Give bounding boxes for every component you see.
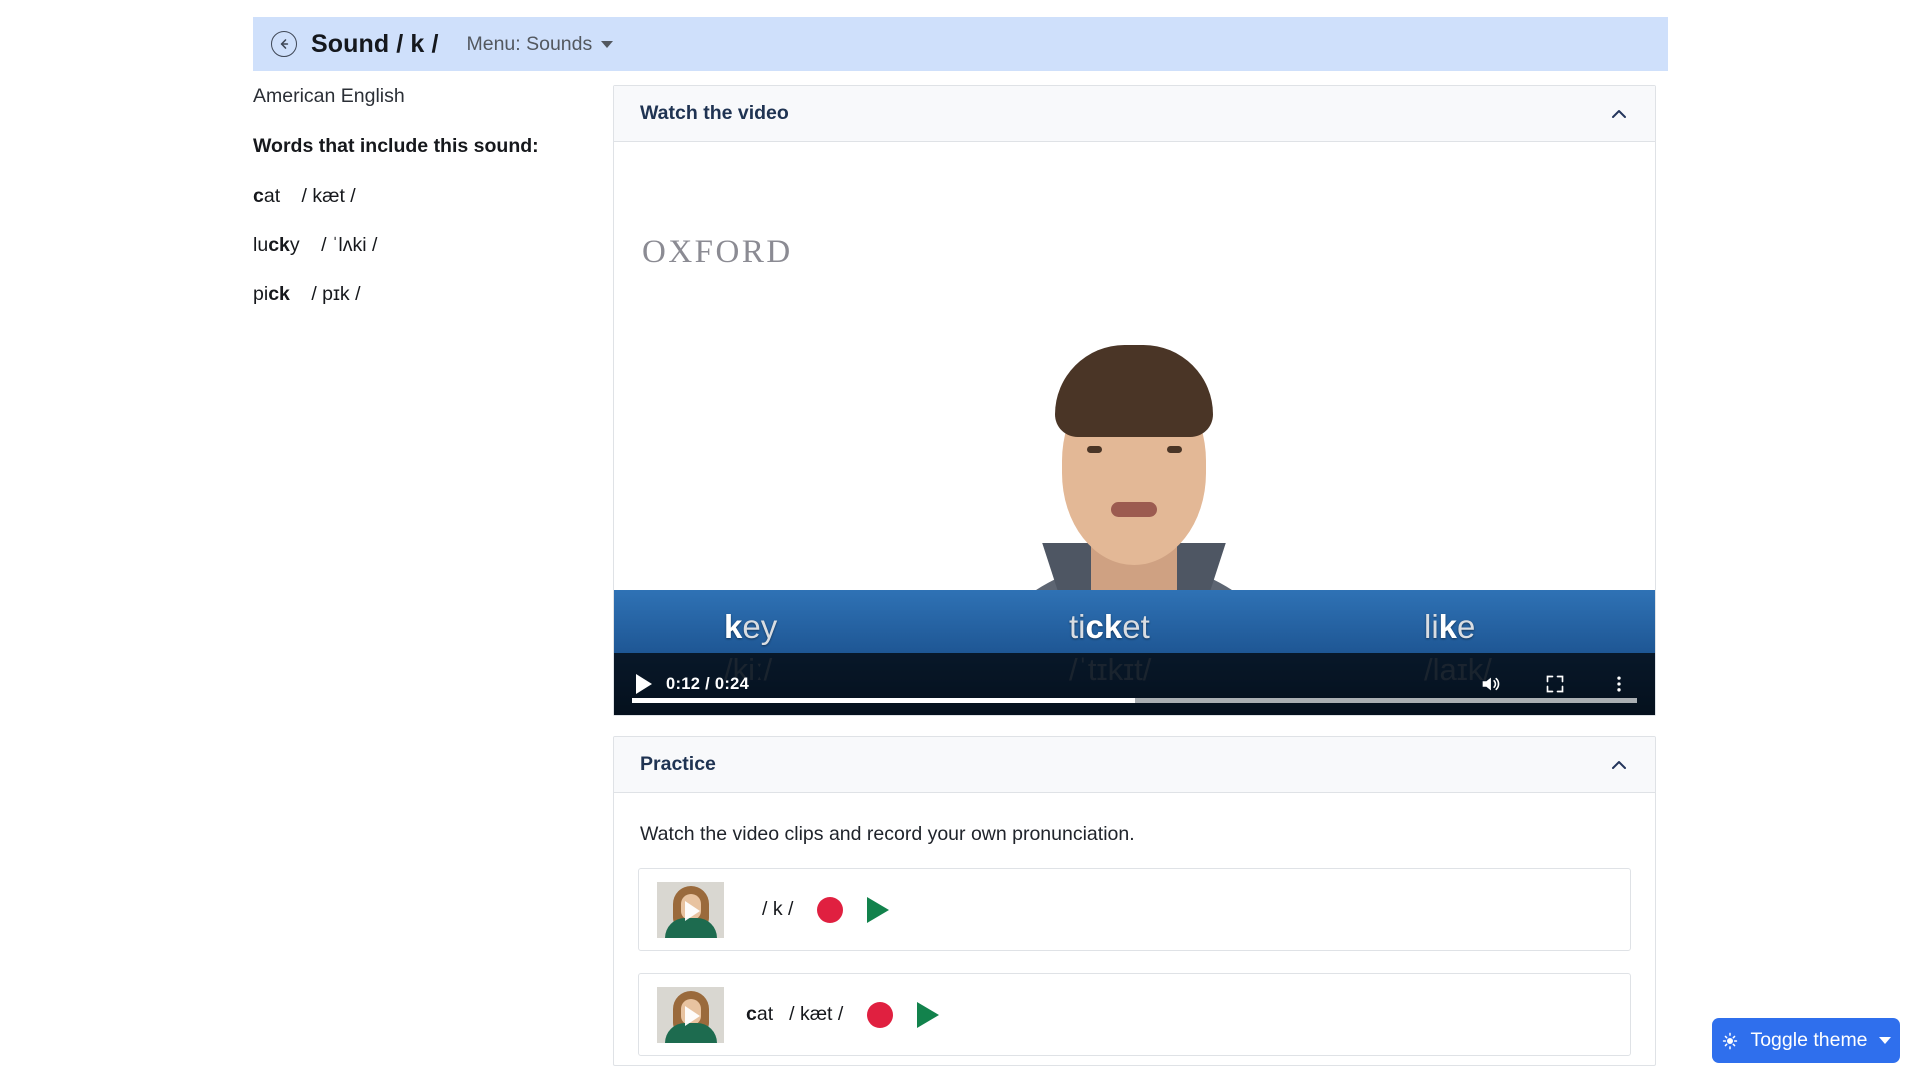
- play-icon[interactable]: [867, 896, 890, 923]
- more-vertical-icon[interactable]: [1609, 674, 1629, 694]
- page-root: Sound / k / Menu: Sounds American Englis…: [0, 0, 1920, 1080]
- watch-video-title: Watch the video: [640, 102, 789, 124]
- word-ipa: / ˈlʌki /: [321, 234, 378, 256]
- word-highlight: c: [253, 185, 264, 207]
- toggle-theme-button[interactable]: Toggle theme: [1712, 1018, 1900, 1063]
- overlay-word: key: [724, 608, 778, 645]
- video-progress-fill: [632, 698, 1135, 703]
- sidebar-word-item[interactable]: lucky / ˈlʌki /: [253, 234, 583, 257]
- practice-word: cat / kæt /: [746, 1003, 844, 1025]
- toggle-theme-label: Toggle theme: [1750, 1029, 1868, 1051]
- menu-sounds-label: Menu: Sounds: [466, 32, 593, 55]
- word-highlight: ck: [268, 234, 290, 256]
- practice-word-ipa: / k /: [762, 898, 794, 920]
- play-icon[interactable]: [636, 674, 652, 694]
- page-header: Sound / k / Menu: Sounds: [253, 17, 1668, 71]
- sun-icon: [1721, 1032, 1739, 1050]
- caret-down-icon: [601, 40, 614, 48]
- page-title: Sound / k /: [311, 29, 439, 58]
- practice-header[interactable]: Practice: [614, 737, 1655, 793]
- sidebar-word-item[interactable]: pick / pɪk /: [253, 283, 583, 306]
- record-icon[interactable]: [817, 896, 844, 923]
- word-prefix: pi: [253, 283, 269, 305]
- practice-row: / k /: [638, 868, 1631, 951]
- record-icon[interactable]: [867, 1001, 894, 1028]
- volume-icon[interactable]: [1479, 673, 1501, 695]
- chevron-up-icon[interactable]: [1609, 755, 1629, 775]
- back-arrow-circle-icon[interactable]: [271, 31, 297, 57]
- word-prefix: lu: [253, 234, 269, 256]
- practice-word-ipa: / kæt /: [789, 1003, 844, 1025]
- watch-video-header[interactable]: Watch the video: [614, 86, 1655, 142]
- watch-the-video-card: Watch the video OXFORD key ticket like 0…: [613, 85, 1656, 716]
- practice-title: Practice: [640, 753, 716, 775]
- play-icon[interactable]: [917, 1001, 940, 1028]
- oxford-watermark: OXFORD: [642, 234, 793, 270]
- word-ipa: / pɪk /: [311, 283, 361, 305]
- sidebar: American English Words that include this…: [253, 85, 583, 332]
- menu-sounds-dropdown[interactable]: Menu: Sounds: [467, 33, 614, 56]
- video-progress-bar[interactable]: [632, 698, 1637, 703]
- video-thumbnail-play-icon[interactable]: [657, 986, 724, 1043]
- word-suffix: at: [263, 185, 281, 207]
- fullscreen-icon[interactable]: [1545, 674, 1565, 694]
- practice-word: / k /: [746, 898, 793, 921]
- practice-row: cat / kæt /: [638, 973, 1631, 1056]
- word-ipa: / kæt /: [301, 185, 356, 207]
- sidebar-word-item[interactable]: cat / kæt /: [253, 185, 583, 208]
- words-heading: Words that include this sound:: [253, 135, 539, 157]
- video-controls-bar: 0:12 / 0:24: [614, 653, 1655, 715]
- chevron-up-icon[interactable]: [1609, 104, 1629, 124]
- video-player[interactable]: OXFORD key /kiː/ ticket /ˈtɪkɪt/ like /l…: [614, 142, 1655, 715]
- video-thumbnail-play-icon[interactable]: [657, 881, 724, 938]
- video-time-display: 0:12 / 0:24: [666, 674, 750, 693]
- accent-label: American English: [253, 85, 405, 107]
- practice-instructions: Watch the video clips and record your ow…: [640, 823, 1135, 845]
- word-suffix: y: [289, 234, 300, 256]
- caret-down-icon: [1878, 1037, 1891, 1044]
- practice-card: Practice Watch the video clips and recor…: [613, 736, 1656, 1066]
- word-highlight: ck: [268, 283, 290, 305]
- overlay-word: ticket: [1069, 608, 1150, 645]
- overlay-word: like: [1424, 608, 1476, 645]
